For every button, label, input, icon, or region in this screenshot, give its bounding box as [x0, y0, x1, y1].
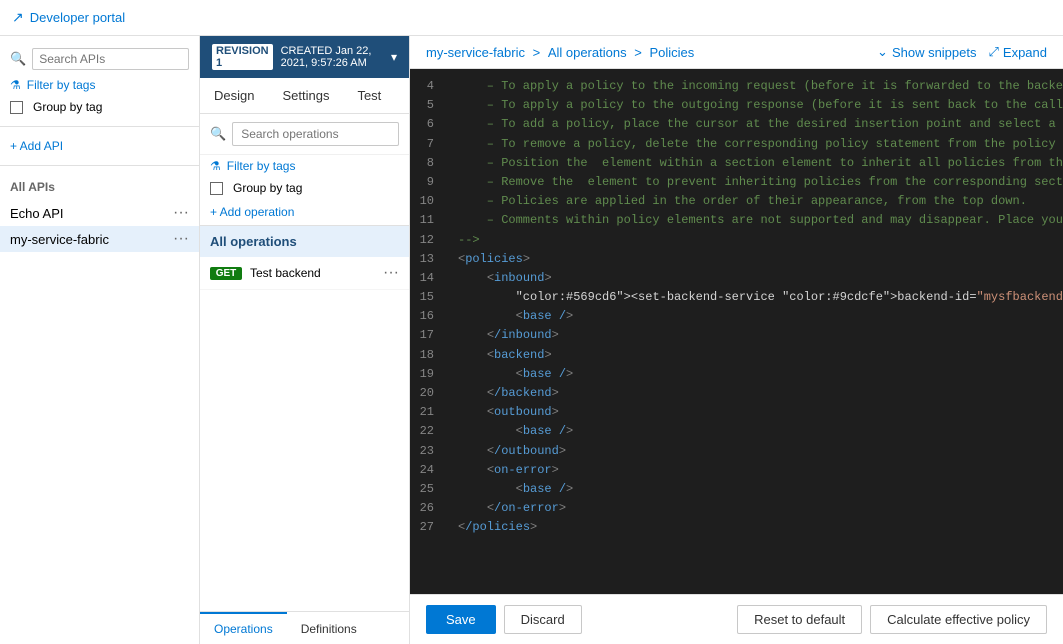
- add-api-button[interactable]: + Add API: [0, 135, 199, 157]
- ops-group-checkbox[interactable]: [210, 182, 223, 195]
- ops-search-icon: 🔍: [210, 126, 226, 142]
- bottom-tab-operations[interactable]: Operations: [200, 612, 287, 644]
- snippets-icon: ⌄: [877, 44, 888, 60]
- ops-search-container: 🔍: [200, 114, 409, 155]
- sidebar-search-container: 🔍: [0, 44, 199, 74]
- sidebar-filter-tags[interactable]: ⚗ Filter by tags: [0, 74, 199, 96]
- search-apis-input[interactable]: [32, 48, 189, 70]
- bottom-tab-definitions[interactable]: Definitions: [287, 612, 371, 644]
- ops-group-by-tag[interactable]: Group by tag: [200, 177, 409, 199]
- dev-portal-label[interactable]: Developer portal: [30, 10, 125, 25]
- breadcrumb-api[interactable]: my-service-fabric: [426, 45, 525, 60]
- tab-design[interactable]: Design: [200, 80, 268, 113]
- sidebar-divider-2: [0, 165, 199, 166]
- bottom-tabs: Operations Definitions: [200, 611, 409, 644]
- breadcrumb-policies: Policies: [649, 45, 694, 60]
- ops-filter-icon: ⚗: [210, 159, 221, 173]
- api-more-button-fabric[interactable]: ···: [173, 231, 189, 247]
- tab-settings[interactable]: Settings: [268, 80, 343, 113]
- op-method-badge: GET: [210, 267, 242, 280]
- breadcrumb: my-service-fabric > All operations > Pol…: [426, 45, 694, 60]
- breadcrumb-sep-1: >: [533, 45, 544, 60]
- op-more-button[interactable]: ···: [383, 264, 399, 282]
- sidebar-divider: [0, 126, 199, 127]
- group-by-tag-checkbox[interactable]: [10, 101, 23, 114]
- main-layout: 🔍 ⚗ Filter by tags Group by tag + Add AP…: [0, 36, 1063, 644]
- revision-info: CREATED Jan 22, 2021, 9:57:26 AM: [281, 45, 379, 69]
- right-panel-inner: my-service-fabric > All operations > Pol…: [410, 36, 1063, 644]
- right-panel: my-service-fabric > All operations > Pol…: [410, 36, 1063, 644]
- chevron-down-icon[interactable]: ▾: [391, 50, 397, 64]
- revision-label: REVISION 1: [212, 44, 273, 70]
- code-editor[interactable]: 4567891011121314151617181920212223242526…: [410, 69, 1063, 594]
- footer-right-actions: Reset to default Calculate effective pol…: [737, 605, 1047, 634]
- tabs-bar: Design Settings Test Revisions Change lo…: [200, 78, 409, 114]
- api-more-button-echo[interactable]: ···: [173, 205, 189, 221]
- external-link-icon: ↗: [12, 9, 24, 26]
- operation-item-test-backend[interactable]: GET Test backend ···: [200, 257, 409, 290]
- add-operation-button[interactable]: + Add operation: [200, 199, 409, 226]
- api-name-echo: Echo API: [10, 206, 173, 221]
- revision-bar: REVISION 1 CREATED Jan 22, 2021, 9:57:26…: [200, 36, 409, 78]
- search-operations-input[interactable]: [232, 122, 399, 146]
- op-name: Test backend: [250, 266, 383, 280]
- code-content[interactable]: – To apply a policy to the incoming requ…: [450, 69, 1063, 594]
- save-button[interactable]: Save: [426, 605, 496, 634]
- expand-button[interactable]: ⤢ Expand: [989, 44, 1048, 60]
- ops-filter-tags[interactable]: ⚗ Filter by tags: [200, 155, 409, 177]
- top-bar: ↗ Developer portal: [0, 0, 1063, 36]
- line-numbers: 4567891011121314151617181920212223242526…: [410, 69, 450, 594]
- sidebar-api-item-echo[interactable]: Echo API ···: [0, 200, 199, 226]
- expand-icon: ⤢: [989, 44, 999, 60]
- sidebar-group-by-tag[interactable]: Group by tag: [0, 96, 199, 118]
- breadcrumb-sep-2: >: [634, 45, 645, 60]
- api-name-fabric: my-service-fabric: [10, 232, 173, 247]
- calculate-effective-policy-button[interactable]: Calculate effective policy: [870, 605, 1047, 634]
- footer-left-actions: Save Discard: [426, 605, 582, 634]
- all-apis-label: All APIs: [0, 174, 199, 200]
- tab-test[interactable]: Test: [343, 80, 395, 113]
- search-icon: 🔍: [10, 51, 26, 67]
- discard-button[interactable]: Discard: [504, 605, 582, 634]
- all-operations-label: All operations: [200, 226, 409, 257]
- right-footer: Save Discard Reset to default Calculate …: [410, 594, 1063, 644]
- show-snippets-button[interactable]: ⌄ Show snippets: [877, 44, 976, 60]
- sidebar-api-item-fabric[interactable]: my-service-fabric ···: [0, 226, 199, 252]
- right-header: my-service-fabric > All operations > Pol…: [410, 36, 1063, 69]
- reset-to-default-button[interactable]: Reset to default: [737, 605, 862, 634]
- middle-panel: REVISION 1 CREATED Jan 22, 2021, 9:57:26…: [200, 36, 410, 644]
- left-sidebar: 🔍 ⚗ Filter by tags Group by tag + Add AP…: [0, 36, 200, 644]
- breadcrumb-ops[interactable]: All operations: [548, 45, 627, 60]
- filter-icon: ⚗: [10, 78, 21, 92]
- right-actions: ⌄ Show snippets ⤢ Expand: [877, 44, 1047, 60]
